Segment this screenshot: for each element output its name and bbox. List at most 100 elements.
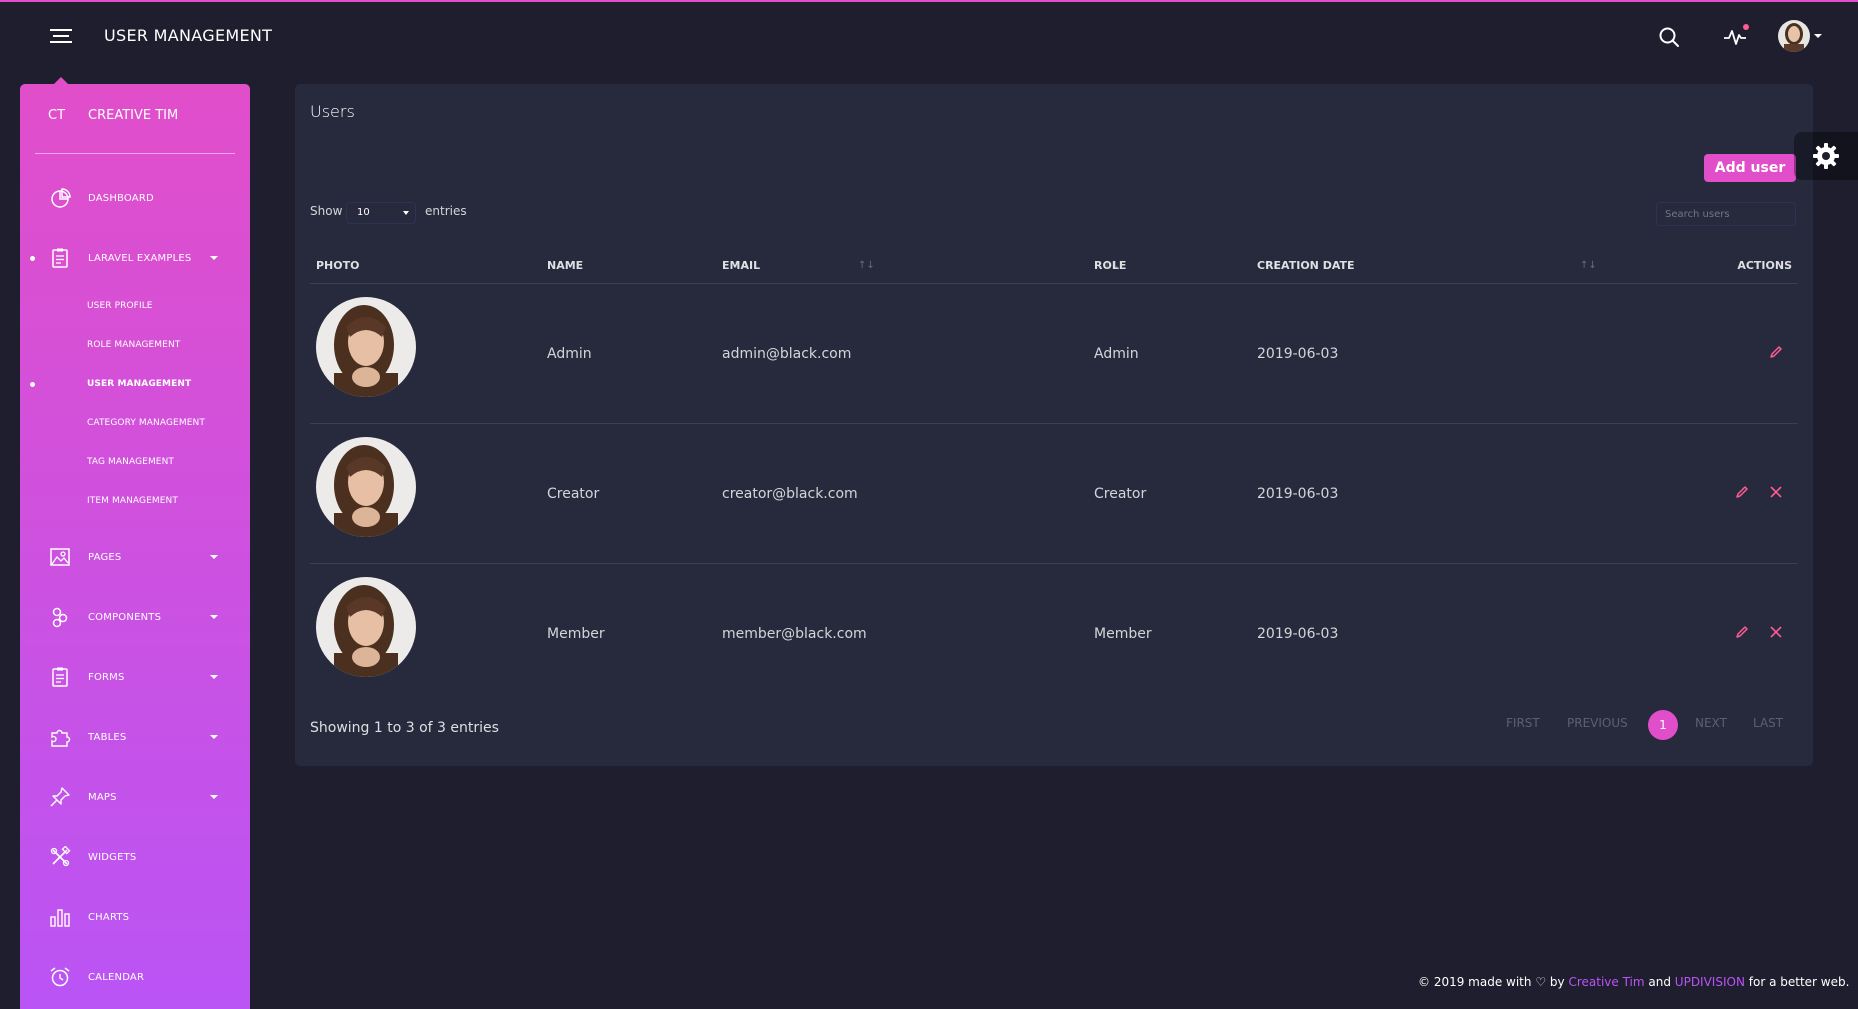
user-role: Admin xyxy=(1094,346,1139,362)
sidebar-item-calendar[interactable]: CALENDAR xyxy=(20,961,250,993)
sidebar-subitem-label: TAG MANAGEMENT xyxy=(87,457,175,467)
footer-prefix: © 2019 made with xyxy=(1418,975,1532,989)
delete-x-icon[interactable] xyxy=(1766,482,1786,502)
sidebar-subitem-item-management[interactable]: ITEM MANAGEMENT xyxy=(20,489,250,513)
user-name: Member xyxy=(547,626,605,642)
sidebar-item-label: COMPONENTS xyxy=(88,611,162,623)
sidebar-item-charts[interactable]: CHARTS xyxy=(20,901,250,933)
sidebar-item-widgets[interactable]: WIDGETS xyxy=(20,841,250,873)
sidebar-subitem-user-management[interactable]: USER MANAGEMENT xyxy=(20,372,250,396)
sidebar-item-label: PAGES xyxy=(88,551,122,563)
sidebar-subitem-role-management[interactable]: ROLE MANAGEMENT xyxy=(20,333,250,357)
sidebar-subitem-label: ROLE MANAGEMENT xyxy=(87,340,181,350)
column-header-photo[interactable]: PHOTO xyxy=(316,246,359,284)
user-name: Creator xyxy=(547,486,600,502)
sidebar-item-label: DASHBOARD xyxy=(88,192,154,204)
sidebar-subitem-label: CATEGORY MANAGEMENT xyxy=(87,418,205,428)
pagination-first[interactable]: FIRST xyxy=(1506,716,1540,730)
table-row: Member member@black.com Member 2019-06-0… xyxy=(310,564,1798,704)
user-role: Member xyxy=(1094,626,1152,642)
search-icon[interactable] xyxy=(1654,22,1684,52)
chevron-down-icon xyxy=(403,211,409,215)
user-creation-date: 2019-06-03 xyxy=(1257,346,1339,362)
settings-tools-icon xyxy=(48,845,72,869)
menu-toggle-icon[interactable] xyxy=(50,29,72,45)
user-email: creator@black.com xyxy=(722,486,858,502)
active-bullet xyxy=(30,381,35,387)
sidebar-item-label: MAPS xyxy=(88,791,117,803)
column-header-actions: ACTIONS xyxy=(1737,258,1792,272)
add-user-button[interactable]: Add user xyxy=(1704,154,1796,182)
user-photo xyxy=(316,297,416,397)
card-title: Users xyxy=(310,102,355,121)
entries-per-page-value: 10 xyxy=(357,207,370,218)
sidebar-subitem-label: USER MANAGEMENT xyxy=(87,379,192,389)
image-icon xyxy=(48,545,72,569)
user-role: Creator xyxy=(1094,486,1147,502)
sidebar-item-dashboard[interactable]: DASHBOARD xyxy=(20,182,250,214)
sort-icon[interactable]: ↑↓ xyxy=(1580,260,1597,271)
sidebar-item-label: CHARTS xyxy=(88,911,130,923)
sidebar-item-pages[interactable]: PAGES xyxy=(20,541,250,573)
user-dropdown-caret[interactable] xyxy=(1814,34,1822,38)
sidebar-item-maps[interactable]: MAPS xyxy=(20,781,250,813)
user-creation-date: 2019-06-03 xyxy=(1257,486,1339,502)
pagination-page-1[interactable]: 1 xyxy=(1648,710,1678,740)
clipboard-icon xyxy=(48,246,72,270)
sidebar-item-components[interactable]: COMPONENTS xyxy=(20,601,250,633)
sidebar-item-forms[interactable]: FORMS xyxy=(20,661,250,693)
footer: © 2019 made with ♡ by Creative Tim and U… xyxy=(1418,975,1849,989)
brand-divider xyxy=(35,153,235,154)
sort-icon[interactable]: ↑↓ xyxy=(858,260,875,271)
users-card: Users Add user Show 10 entries PHOTO ↑↓ … xyxy=(295,84,1813,766)
sidebar-subitem-category-management[interactable]: CATEGORY MANAGEMENT xyxy=(20,411,250,435)
creative-tim-link[interactable]: Creative Tim xyxy=(1568,975,1644,989)
components-icon xyxy=(48,605,72,629)
search-users-input[interactable] xyxy=(1656,202,1796,226)
user-name: Admin xyxy=(547,346,592,362)
chart-pie-icon xyxy=(48,186,72,210)
sidebar: CT CREATIVE TIM DASHBOARD LARAVEL EXAMPL… xyxy=(20,77,250,1009)
sidebar-item-label: TABLES xyxy=(88,731,127,743)
brand[interactable]: CT CREATIVE TIM xyxy=(20,84,250,154)
show-label: Show xyxy=(310,204,343,218)
column-header-name[interactable]: NAME xyxy=(547,246,583,284)
sidebar-item-label: FORMS xyxy=(88,671,125,683)
updivision-link[interactable]: UPDIVISION xyxy=(1675,975,1745,989)
chevron-down-icon xyxy=(210,256,218,260)
settings-gear-icon[interactable] xyxy=(1794,132,1858,180)
sidebar-subitem-label: ITEM MANAGEMENT xyxy=(87,496,178,506)
table-row: Admin admin@black.com Admin 2019-06-03 xyxy=(310,284,1798,424)
active-bullet xyxy=(30,255,35,261)
edit-pencil-icon[interactable] xyxy=(1732,482,1752,502)
pagination-last[interactable]: LAST xyxy=(1753,716,1783,730)
table-header: PHOTO ↑↓ NAME ↑↓ EMAIL ↑↓ ROLE ↑↓ CREATI… xyxy=(310,246,1798,284)
column-header-email[interactable]: EMAIL xyxy=(722,246,760,284)
edit-pencil-icon[interactable] xyxy=(1766,342,1786,362)
table-row: Creator creator@black.com Creator 2019-0… xyxy=(310,424,1798,564)
column-header-role[interactable]: ROLE xyxy=(1094,246,1126,284)
heart-icon: ♡ xyxy=(1535,975,1547,989)
entries-per-page-select[interactable]: 10 xyxy=(346,202,416,224)
column-header-creation-date[interactable]: CREATION DATE xyxy=(1257,246,1355,284)
footer-by: by xyxy=(1549,975,1565,989)
sidebar-subitem-tag-management[interactable]: TAG MANAGEMENT xyxy=(20,450,250,474)
sidebar-item-label: LARAVEL EXAMPLES xyxy=(88,252,192,264)
pin-icon xyxy=(48,785,72,809)
alarm-clock-icon xyxy=(48,965,72,989)
chevron-down-icon xyxy=(210,795,218,799)
edit-pencil-icon[interactable] xyxy=(1732,622,1752,642)
footer-and: and xyxy=(1648,975,1671,989)
notifications-activity-icon[interactable] xyxy=(1720,22,1750,52)
user-avatar[interactable] xyxy=(1778,20,1810,52)
user-photo xyxy=(316,437,416,537)
notification-dot xyxy=(1743,24,1749,30)
delete-x-icon[interactable] xyxy=(1766,622,1786,642)
sidebar-item-laravel-examples[interactable]: LARAVEL EXAMPLES xyxy=(20,242,250,274)
notes-icon xyxy=(48,665,72,689)
sidebar-subitem-user-profile[interactable]: USER PROFILE xyxy=(20,294,250,318)
sidebar-item-tables[interactable]: TABLES xyxy=(20,721,250,753)
chevron-down-icon xyxy=(210,675,218,679)
pagination-next[interactable]: NEXT xyxy=(1695,716,1727,730)
pagination-previous[interactable]: PREVIOUS xyxy=(1567,716,1628,730)
